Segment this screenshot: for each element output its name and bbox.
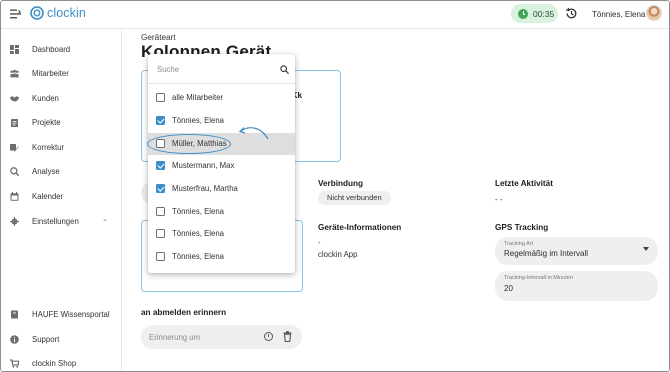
user-name[interactable]: Tönnies, Elena [592, 10, 645, 19]
time-tracking-timer[interactable]: 00:35 [511, 4, 558, 23]
list-item-label: Tönnies, Elena [172, 252, 225, 261]
reminder-time-field[interactable]: Erinnerung um [141, 325, 302, 349]
sidebar-item-label: Kunden [32, 93, 59, 103]
handshake-icon [10, 95, 19, 102]
search-placeholder: Suche [157, 65, 180, 74]
chevron-down-icon[interactable]: ⌄ [102, 215, 108, 223]
menu-collapse-icon[interactable] [10, 9, 21, 19]
list-item-label: Tönnies, Elena [172, 229, 225, 238]
sidebar-item-label: Einstellungen [32, 216, 79, 226]
status-badge: Nicht verbunden [318, 191, 391, 205]
page-subtitle: Geräteart [141, 33, 176, 42]
device-info-label: Geräte-Informationen [318, 223, 402, 232]
trash-icon[interactable] [283, 331, 292, 342]
checkbox[interactable] [156, 93, 165, 102]
tracking-type-select[interactable]: Tracking Art Regelmäßig im Intervall [495, 237, 658, 265]
clockin-logo-icon [30, 6, 44, 20]
last-activity-value: - - [495, 195, 503, 204]
search-icon [280, 65, 289, 74]
list-item[interactable]: Tönnies, Elena [148, 246, 295, 268]
sidebar-item-label: HAUFE Wissensportal [32, 309, 110, 319]
list-item[interactable]: alle Mitarbeiter [148, 87, 295, 109]
tracking-type-label: Tracking Art [504, 241, 534, 247]
app-name: clockin [47, 6, 86, 20]
clipboard-icon [11, 118, 18, 127]
list-item-label: Tönnies, Elena [172, 116, 225, 125]
tracking-interval-label: Tracking-Intervall in Minuten [504, 275, 573, 281]
device-info-line1: - [318, 238, 321, 247]
sidebar-item-kunden[interactable]: Kunden [10, 91, 59, 105]
dropdown-caret-icon [643, 247, 649, 251]
sidebar-item-analyse[interactable]: Analyse [10, 164, 60, 178]
checkbox[interactable] [156, 252, 165, 261]
clock-icon[interactable] [264, 332, 273, 341]
list-item[interactable]: Tönnies, Elena [148, 201, 295, 223]
device-info-app: clockin App [318, 250, 358, 259]
checkbox[interactable] [156, 161, 165, 170]
sidebar-item-label: Analyse [32, 166, 60, 176]
sidebar-item-projekte[interactable]: Projekte [10, 115, 61, 129]
app-window: clockin 00:35 Tönnies, Elena Dashboard M… [0, 0, 670, 372]
sidebar-item-korrektur[interactable]: Korrektur [10, 140, 64, 154]
sidebar-item-label: Korrektur [32, 142, 65, 152]
sidebar-item-label: Projekte [32, 117, 61, 127]
info-icon [10, 334, 19, 344]
sidebar-item-mitarbeiter[interactable]: Mitarbeiter [10, 66, 69, 80]
sidebar-item-shop[interactable]: clockin Shop [10, 356, 76, 370]
list-item-label: Musterfrau, Martha [172, 184, 238, 193]
gps-tracking-label: GPS Tracking [495, 223, 549, 232]
pointer-arrow-icon [238, 127, 269, 140]
sidebar-item-label: Kalender [32, 191, 64, 201]
list-item[interactable]: Tönnies, Elena [148, 223, 295, 245]
checkbox[interactable] [156, 116, 165, 125]
tracking-type-value: Regelmäßig im Intervall [504, 249, 589, 258]
reminder-placeholder: Erinnerung um [149, 333, 201, 342]
sidebar-item-einstellungen[interactable]: Einstellungen [10, 214, 79, 228]
book-icon [11, 310, 18, 318]
calendar-icon [10, 191, 19, 201]
sidebar-item-label: Support [32, 334, 60, 344]
search-input[interactable]: Suche [148, 54, 295, 84]
sidebar-item-haufe[interactable]: HAUFE Wissensportal [10, 307, 110, 321]
sidebar-item-label: clockin Shop [32, 358, 77, 368]
checkbox[interactable] [156, 207, 165, 216]
reminder-label: an abmelden erinnern [141, 308, 227, 317]
list-item[interactable]: Tönnies, Elena [148, 110, 295, 132]
list-item-label: Tönnies, Elena [172, 207, 225, 216]
sidebar: Dashboard Mitarbeiter Kunden Projekte Ko… [1, 29, 122, 371]
analytics-icon [10, 166, 19, 176]
cart-icon [10, 358, 19, 368]
gear-icon [10, 216, 19, 226]
users-icon [10, 69, 19, 78]
list-item-label: Mustermann, Max [172, 161, 235, 170]
sidebar-item-label: Mitarbeiter [32, 68, 69, 78]
sidebar-item-label: Dashboard [32, 44, 71, 54]
correction-icon [10, 143, 19, 151]
checkbox[interactable] [156, 184, 165, 193]
tracking-interval-value: 20 [504, 284, 513, 293]
top-bar: clockin 00:35 Tönnies, Elena [1, 1, 669, 29]
app-logo[interactable]: clockin [30, 6, 86, 20]
clock-icon [518, 8, 528, 19]
avatar[interactable] [646, 5, 662, 21]
last-activity-label: Letzte Aktivität [495, 179, 553, 188]
sidebar-item-kalender[interactable]: Kalender [10, 189, 63, 203]
timer-value: 00:35 [533, 8, 555, 19]
dashboard-icon [10, 44, 19, 54]
list-item-label: alle Mitarbeiter [172, 93, 224, 102]
sidebar-item-dashboard[interactable]: Dashboard [10, 42, 70, 56]
highlight-oval [147, 134, 231, 154]
tracking-interval-field[interactable]: Tracking-Intervall in Minuten 20 [495, 271, 658, 301]
history-icon[interactable] [565, 7, 578, 20]
list-item[interactable]: Mustermann, Max [148, 155, 295, 177]
employee-dropdown: Suche alle Mitarbeiter Tönnies, Elena Mü… [148, 54, 295, 273]
connection-label: Verbindung [318, 179, 364, 188]
checkbox[interactable] [156, 229, 165, 238]
sidebar-item-support[interactable]: Support [10, 332, 59, 346]
list-item[interactable]: Musterfrau, Martha [148, 178, 295, 200]
